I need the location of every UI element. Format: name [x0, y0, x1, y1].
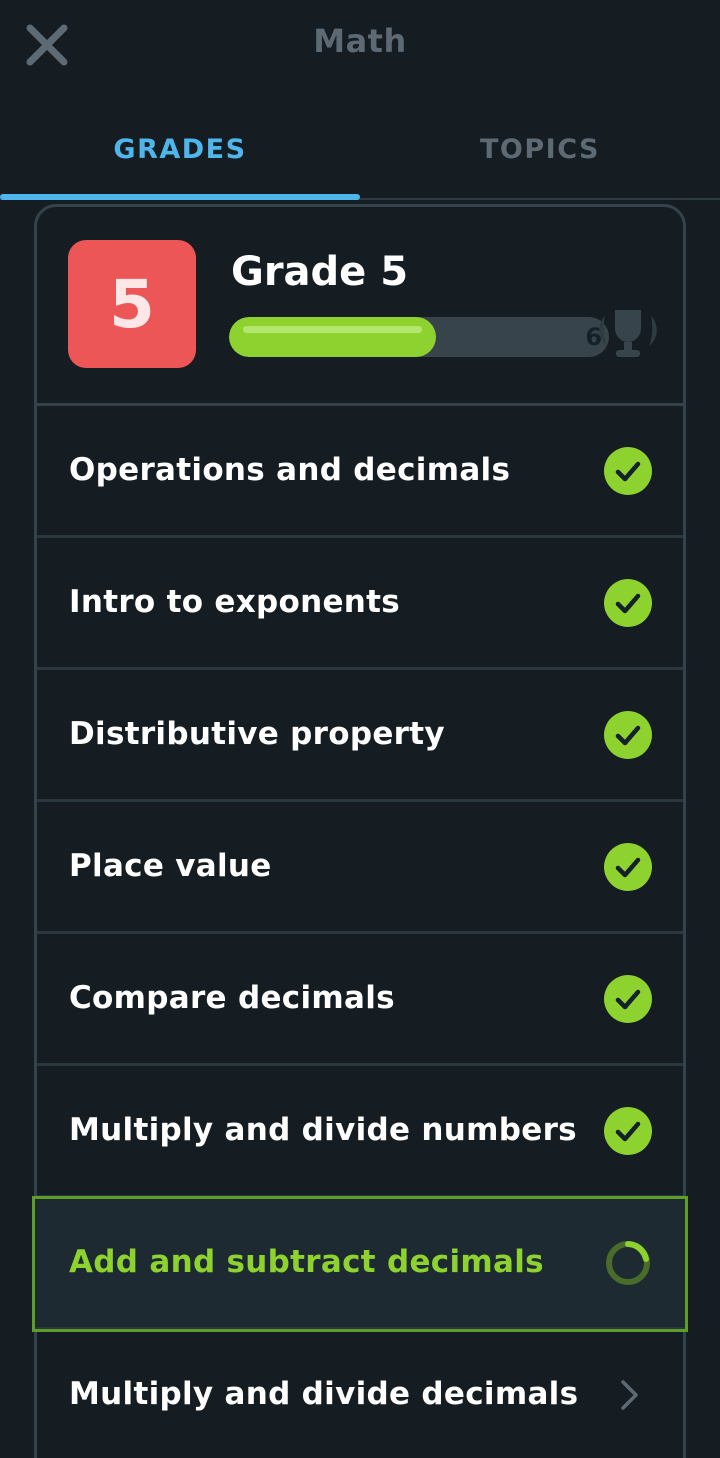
chevron-right-icon [603, 1370, 653, 1420]
app-root: Math GRADES TOPICS 5 Grade 5 6 / 11 [0, 0, 720, 1458]
topic-list: Operations and decimals Intro to exponen… [32, 406, 688, 1458]
topic-label: Add and subtract decimals [69, 1244, 544, 1280]
tab-grades[interactable]: GRADES [0, 134, 360, 165]
topic-row[interactable]: Operations and decimals [37, 406, 683, 538]
topic-label: Multiply and divide numbers [69, 1112, 577, 1148]
tab-topics[interactable]: TOPICS [360, 134, 720, 165]
check-circle-icon [603, 578, 653, 628]
topic-row[interactable]: Distributive property [37, 670, 683, 802]
check-circle-icon [603, 974, 653, 1024]
tab-active-indicator [0, 194, 360, 200]
check-circle-icon [603, 446, 653, 496]
topic-row[interactable]: Compare decimals [37, 934, 683, 1066]
grade-title: Grade 5 [231, 249, 409, 295]
topic-label: Operations and decimals [69, 452, 511, 488]
trophy-icon [593, 302, 663, 364]
progress-text: 6 / 11 [585, 323, 609, 351]
topic-label: Compare decimals [69, 980, 395, 1016]
progress-ring-icon [603, 1238, 653, 1288]
grade-header: 5 Grade 5 6 / 11 [37, 207, 683, 406]
check-circle-icon [603, 842, 653, 892]
grade-card: 5 Grade 5 6 / 11 Operations and decimals [32, 204, 688, 1458]
tab-bar: GRADES TOPICS [0, 118, 720, 202]
grade-progress-bar: 6 / 11 [229, 317, 609, 357]
topic-row[interactable]: Place value [37, 802, 683, 934]
topic-label: Distributive property [69, 716, 445, 752]
grade-badge: 5 [68, 240, 196, 368]
topic-label: Intro to exponents [69, 584, 401, 620]
page-title: Math [313, 22, 407, 60]
topic-label: Multiply and divide decimals [69, 1376, 579, 1412]
topic-label: Place value [69, 848, 272, 884]
topic-row-current[interactable]: Add and subtract decimals [32, 1196, 688, 1332]
check-circle-icon [603, 1106, 653, 1156]
check-circle-icon [603, 710, 653, 760]
topic-row[interactable]: Intro to exponents [37, 538, 683, 670]
topic-row[interactable]: Multiply and divide decimals [37, 1330, 683, 1458]
topic-row[interactable]: Multiply and divide numbers [37, 1066, 683, 1198]
